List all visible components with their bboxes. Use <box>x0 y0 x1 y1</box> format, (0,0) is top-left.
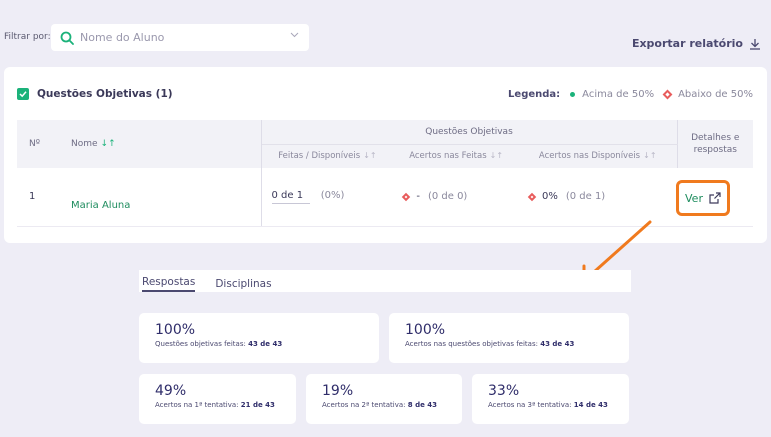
view-details-label: Ver <box>685 191 703 205</box>
stat-detail: 14 de 43 <box>573 401 608 409</box>
stat-label: Acertos na 1ª tentativa: <box>155 401 239 409</box>
stat-card: 100% Questões objetivas feitas: 43 de 43 <box>139 313 379 363</box>
results-table: Nº Nome ↓↑ Questões Objetivas Detalhes er… <box>17 120 753 227</box>
legend-below: Abaixo de 50% <box>678 89 753 100</box>
stat-card: 19% Acertos na 2ª tentativa: 8 de 43 <box>306 374 462 424</box>
legend-above: Acima de 50% <box>582 89 655 100</box>
check-icon <box>19 91 27 98</box>
header-details: Detalhes e respostas <box>676 120 753 168</box>
legend-label: Legenda: <box>508 89 561 100</box>
below-diamond-icon <box>662 89 673 100</box>
stat-desc: Acertos na 2ª tentativa: 8 de 43 <box>322 401 462 409</box>
header-details-line2: respostas <box>693 145 737 155</box>
subheader-correct-done: Acertos nas Feitas <box>409 151 487 162</box>
stat-value: 19% <box>322 383 354 399</box>
correct-avail-detail: (0 de 1) <box>565 191 606 202</box>
row-done-cell: 0 de 1 (0%) <box>261 168 394 227</box>
sort-icon: ↓↑ <box>643 151 657 161</box>
below-diamond-icon <box>527 192 537 201</box>
section-title: Questões Objetivas (1) <box>37 88 173 100</box>
tab-disciplinas[interactable]: Disciplinas <box>215 278 271 292</box>
header-name-sort[interactable]: Nome ↓↑ <box>57 120 262 168</box>
header-group-objective: Questões Objetivas <box>261 120 677 145</box>
tab-respostas[interactable]: Respostas <box>142 276 196 292</box>
subheader-done-sort[interactable]: Feitas / Disponíveis ↓↑ <box>261 144 393 168</box>
stat-detail: 43 de 43 <box>248 340 283 348</box>
search-icon <box>60 31 74 45</box>
subheader-correct-done-sort[interactable]: Acertos nas Feitas ↓↑ <box>393 144 519 168</box>
stat-card: 49% Acertos na 1ª tentativa: 21 de 43 <box>139 374 296 424</box>
section-header: Questões Objetivas (1) <box>17 88 173 100</box>
stat-value: 100% <box>405 322 446 338</box>
student-name-link[interactable]: Maria Aluna <box>71 200 130 211</box>
subheader-correct-avail-sort[interactable]: Acertos nas Disponíveis ↓↑ <box>519 144 677 168</box>
row-number: 1 <box>17 168 57 227</box>
stat-value: 100% <box>155 322 196 338</box>
stat-desc: Questões objetivas feitas: 43 de 43 <box>155 340 379 348</box>
stat-desc: Acertos na 1ª tentativa: 21 de 43 <box>155 401 296 409</box>
stat-label: Questões objetivas feitas: <box>155 340 246 348</box>
student-name-select[interactable]: Nome do Aluno <box>51 24 309 51</box>
correct-avail-value: 0% <box>541 191 558 202</box>
external-link-icon <box>709 192 721 204</box>
row-correct-done-cell: - (0 de 0) <box>393 168 519 227</box>
stat-detail: 8 de 43 <box>407 401 438 409</box>
correct-done-detail: (0 de 0) <box>427 191 468 202</box>
correct-done-value: - <box>416 191 420 202</box>
stat-desc: Acertos nas questões objetivas feitas: 4… <box>405 340 629 348</box>
filter-label: Filtrar por: <box>4 32 51 42</box>
sort-icon: ↓↑ <box>363 151 377 161</box>
done-value: 0 de 1 <box>271 190 310 204</box>
export-report-button[interactable]: Exportar relatório <box>632 37 761 50</box>
header-number: Nº <box>29 139 40 149</box>
table-header-row: Nº Nome ↓↑ Questões Objetivas Detalhes er… <box>17 120 753 168</box>
download-icon <box>750 38 760 50</box>
header-name-label: Nome <box>71 139 98 149</box>
stat-label: Acertos na 2ª tentativa: <box>322 401 406 409</box>
results-card: Questões Objetivas (1) Legenda: Acima de… <box>4 67 767 243</box>
stat-card: 100% Acertos nas questões objetivas feit… <box>389 313 629 363</box>
header-details-line1: Detalhes e <box>691 133 740 143</box>
subheader-done: Feitas / Disponíveis <box>278 151 361 162</box>
stat-value: 49% <box>155 383 187 399</box>
sort-icon: ↓↑ <box>100 139 116 149</box>
sort-icon: ↓↑ <box>489 151 504 161</box>
below-diamond-icon <box>402 192 411 201</box>
stat-detail: 21 de 43 <box>240 401 275 409</box>
select-placeholder: Nome do Aluno <box>80 31 165 44</box>
stat-detail: 43 de 43 <box>540 340 575 348</box>
stat-desc: Acertos na 3ª tentativa: 14 de 43 <box>488 401 629 409</box>
legend: Legenda: Acima de 50% Abaixo de 50% <box>508 89 753 100</box>
stat-value: 33% <box>488 383 520 399</box>
row-name-cell: Maria Aluna <box>57 168 262 227</box>
stat-card: 33% Acertos na 3ª tentativa: 14 de 43 <box>472 374 629 424</box>
stat-label: Acertos nas questões objetivas feitas: <box>405 340 538 348</box>
tabs-bar: Respostas Disciplinas <box>139 270 631 292</box>
export-label: Exportar relatório <box>631 37 743 50</box>
done-pct: (0%) <box>320 189 345 201</box>
stat-label: Acertos na 3ª tentativa: <box>488 401 572 409</box>
section-checkbox[interactable] <box>17 88 29 100</box>
above-dot-icon <box>570 92 576 97</box>
chevron-down-icon <box>290 32 299 38</box>
view-details-button[interactable]: Ver <box>676 180 730 216</box>
subheader-correct-avail: Acertos nas Disponíveis <box>538 151 641 162</box>
